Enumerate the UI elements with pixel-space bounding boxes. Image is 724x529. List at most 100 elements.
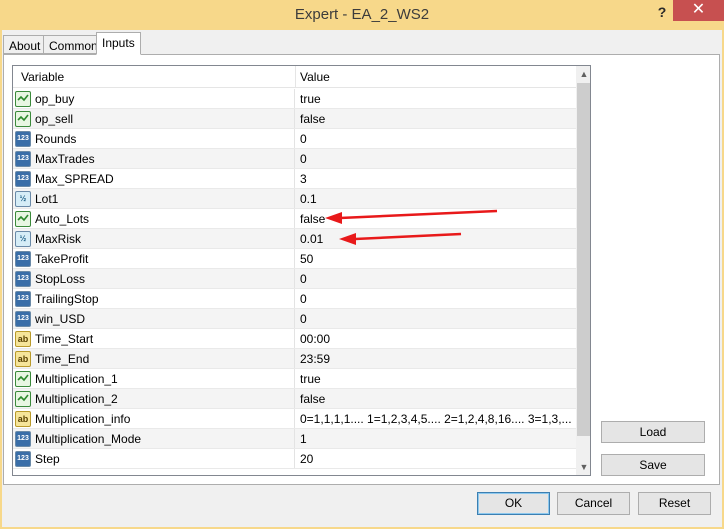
reset-button[interactable]: Reset xyxy=(638,492,711,515)
column-divider[interactable] xyxy=(295,66,296,88)
column-header-variable[interactable]: Variable xyxy=(21,70,64,84)
value-cell[interactable]: 1 xyxy=(300,432,307,446)
variable-name: win_USD xyxy=(35,312,86,326)
string-type-icon: ab xyxy=(15,351,31,367)
tab-inputs[interactable]: Inputs xyxy=(96,32,141,55)
value-cell[interactable]: 3 xyxy=(300,172,307,186)
table-header: Variable Value xyxy=(13,66,576,88)
column-header-value[interactable]: Value xyxy=(300,70,330,84)
integer-type-icon: 123 xyxy=(15,131,31,147)
value-cell[interactable]: 0.1 xyxy=(300,192,317,206)
variable-name: Rounds xyxy=(35,132,77,146)
variable-cell: ½ Lot1 xyxy=(13,189,295,208)
table-row[interactable]: 123 TrailingStop 0 xyxy=(13,289,576,309)
scroll-thumb[interactable] xyxy=(577,83,590,436)
table-body: op_buy true op_sell false 123 Rounds 0 123 MaxTr… xyxy=(13,89,576,469)
load-button[interactable]: Load xyxy=(601,421,705,443)
table-row[interactable]: ab Multiplication_info 0=1,1,1,1.... 1=1,2… xyxy=(13,409,576,429)
value-cell[interactable]: false xyxy=(300,392,325,406)
variable-name: Auto_Lots xyxy=(35,212,90,226)
boolean-type-icon xyxy=(15,91,31,107)
variable-cell: 123 StopLoss xyxy=(13,269,295,288)
boolean-type-icon xyxy=(15,111,31,127)
value-cell[interactable]: 00:00 xyxy=(300,332,330,346)
value-cell[interactable]: false xyxy=(300,212,325,226)
variable-name: TrailingStop xyxy=(35,292,99,306)
table-row[interactable]: op_sell false xyxy=(13,109,576,129)
table-row[interactable]: 123 Step 20 xyxy=(13,449,576,469)
help-button[interactable]: ? xyxy=(652,2,672,22)
vertical-scrollbar[interactable]: ▲ ▼ xyxy=(576,66,590,475)
variable-name: op_sell xyxy=(35,112,74,126)
table-row[interactable]: Multiplication_2 false xyxy=(13,389,576,409)
string-type-icon: ab xyxy=(15,411,31,427)
cancel-button[interactable]: Cancel xyxy=(557,492,630,515)
variable-name: Multiplication_Mode xyxy=(35,432,142,446)
value-cell[interactable]: 0 xyxy=(300,152,307,166)
table-row[interactable]: 123 StopLoss 0 xyxy=(13,269,576,289)
value-cell[interactable]: 0 xyxy=(300,272,307,286)
table-row[interactable]: 123 TakeProfit 50 xyxy=(13,249,576,269)
table-row[interactable]: ab Time_Start 00:00 xyxy=(13,329,576,349)
integer-type-icon: 123 xyxy=(15,291,31,307)
integer-type-icon: 123 xyxy=(15,271,31,287)
table-row[interactable]: 123 MaxTrades 0 xyxy=(13,149,576,169)
boolean-type-icon xyxy=(15,391,31,407)
value-cell[interactable]: true xyxy=(300,372,321,386)
value-cell[interactable]: 0=1,1,1,1.... 1=1,2,3,4,5.... 2=1,2,4,8,… xyxy=(300,412,572,426)
value-cell[interactable]: 50 xyxy=(300,252,313,266)
value-cell[interactable]: false xyxy=(300,112,325,126)
integer-type-icon: 123 xyxy=(15,451,31,467)
value-cell[interactable]: 23:59 xyxy=(300,352,330,366)
variable-name: StopLoss xyxy=(35,272,86,286)
table-row[interactable]: Auto_Lots false xyxy=(13,209,576,229)
close-button[interactable]: ✕ xyxy=(673,0,724,21)
variable-cell: ab Time_End xyxy=(13,349,295,368)
save-button[interactable]: Save xyxy=(601,454,705,476)
boolean-type-icon xyxy=(15,371,31,387)
tab-about[interactable]: About xyxy=(3,35,47,54)
table-row[interactable]: op_buy true xyxy=(13,89,576,109)
window-title: Expert - EA_2_WS2 xyxy=(294,6,430,23)
ok-button[interactable]: OK xyxy=(477,492,550,515)
table-row[interactable]: 123 Rounds 0 xyxy=(13,129,576,149)
variable-name: Multiplication_2 xyxy=(35,392,118,406)
scroll-down-arrow-icon[interactable]: ▼ xyxy=(576,459,590,475)
scroll-up-arrow-icon[interactable]: ▲ xyxy=(576,66,590,83)
value-cell[interactable]: 0 xyxy=(300,312,307,326)
variable-name: MaxTrades xyxy=(35,152,95,166)
variable-cell: 123 Step xyxy=(13,449,295,468)
table-row[interactable]: 123 Max_SPREAD 3 xyxy=(13,169,576,189)
inputs-table: Variable Value op_buy true op_sell false 123… xyxy=(12,65,591,476)
variable-cell: ab Multiplication_info xyxy=(13,409,295,428)
value-cell[interactable]: 0.01 xyxy=(300,232,323,246)
integer-type-icon: 123 xyxy=(15,251,31,267)
variable-cell: 123 TakeProfit xyxy=(13,249,295,268)
string-type-icon: ab xyxy=(15,331,31,347)
integer-type-icon: 123 xyxy=(15,431,31,447)
variable-cell: ab Time_Start xyxy=(13,329,295,348)
variable-cell: 123 TrailingStop xyxy=(13,289,295,308)
table-row[interactable]: 123 win_USD 0 xyxy=(13,309,576,329)
variable-cell: 123 MaxTrades xyxy=(13,149,295,168)
boolean-type-icon xyxy=(15,211,31,227)
variable-cell: op_buy xyxy=(13,89,295,108)
table-row[interactable]: Multiplication_1 true xyxy=(13,369,576,389)
tab-common[interactable]: Common xyxy=(43,35,104,54)
variable-name: Time_Start xyxy=(35,332,94,346)
variable-name: Lot1 xyxy=(35,192,59,206)
integer-type-icon: 123 xyxy=(15,311,31,327)
value-cell[interactable]: 0 xyxy=(300,132,307,146)
table-row[interactable]: ½ Lot1 0.1 xyxy=(13,189,576,209)
value-cell[interactable]: 0 xyxy=(300,292,307,306)
window-frame-left xyxy=(0,30,2,529)
value-cell[interactable]: 20 xyxy=(300,452,313,466)
double-type-icon: ½ xyxy=(15,191,31,207)
table-row[interactable]: ab Time_End 23:59 xyxy=(13,349,576,369)
variable-name: TakeProfit xyxy=(35,252,89,266)
table-row[interactable]: ½ MaxRisk 0.01 xyxy=(13,229,576,249)
integer-type-icon: 123 xyxy=(15,171,31,187)
variable-name: op_buy xyxy=(35,92,75,106)
table-row[interactable]: 123 Multiplication_Mode 1 xyxy=(13,429,576,449)
value-cell[interactable]: true xyxy=(300,92,321,106)
